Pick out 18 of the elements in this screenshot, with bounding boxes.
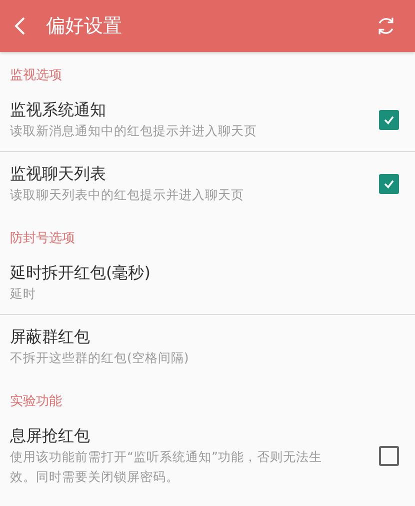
setting-title[interactable]: 监视系统通知 <box>10 98 379 121</box>
section-header: 实验功能 <box>9 393 63 411</box>
checkbox[interactable] <box>379 110 399 130</box>
setting-summary: 读取聊天列表中的红包提示并进入聊天页 <box>10 186 245 204</box>
setting-title[interactable]: 屏蔽群红包 <box>10 325 399 348</box>
setting-summary: 延时 <box>10 285 37 303</box>
setting-title[interactable]: 延时拆开红包(毫秒) <box>10 261 399 284</box>
section-header: 监视选项 <box>9 67 63 85</box>
checkbox[interactable] <box>379 174 399 194</box>
checkbox[interactable] <box>379 446 399 466</box>
page-title: 偏好设置 <box>46 14 123 39</box>
setting-summary: 不拆开这些群的红包(空格间隔) <box>10 349 190 367</box>
back-icon[interactable] <box>14 16 26 36</box>
setting-title[interactable]: 息屏抢红包 <box>10 424 379 447</box>
setting-title[interactable]: 监视聊天列表 <box>10 162 379 185</box>
section-header: 防封号选项 <box>9 230 76 248</box>
setting-summary: 读取新消息通知中的红包提示并进入聊天页 <box>10 122 258 140</box>
setting-summary: 使用该功能前需打开“监听系统通知”功能，否则无法生效。同时需要关闭锁屏密码。 <box>10 448 323 486</box>
